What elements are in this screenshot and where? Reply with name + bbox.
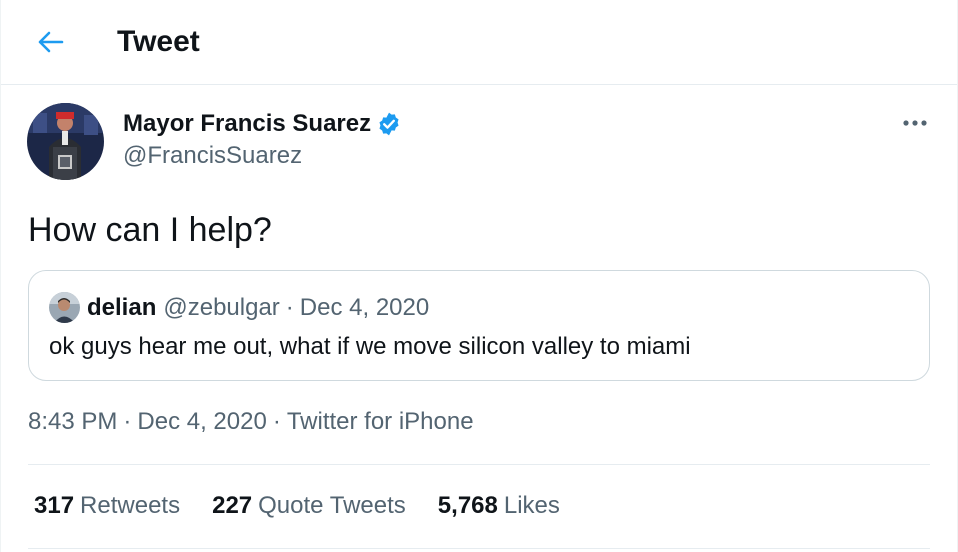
page-title: Tweet [117,25,200,58]
more-options-button[interactable] [897,110,933,136]
divider [28,464,930,465]
quote-author-handle: @zebulgar [163,294,280,321]
meta-separator: · [123,408,132,435]
author-avatar[interactable] [27,103,104,180]
back-button[interactable] [29,24,71,60]
arrow-left-icon [38,31,64,53]
quote-tweets-label: Quote Tweets [258,492,406,519]
quote-tweets-stat[interactable]: 227 Quote Tweets [212,492,406,520]
tweet-meta: 8:43 PM · Dec 4, 2020 · Twitter for iPho… [28,408,474,436]
tweet-source[interactable]: Twitter for iPhone [287,408,474,436]
avatar-image [27,103,104,180]
quote-header: delian @zebulgar · Dec 4, 2020 [87,292,429,324]
tweet-stats: 317 Retweets 227 Quote Tweets 5,768 Likes [34,492,592,520]
tweet-date[interactable]: Dec 4, 2020 [137,408,266,436]
divider [28,548,930,549]
quote-avatar-image [49,292,80,323]
quote-separator: · [285,294,294,321]
author-name[interactable]: Mayor Francis Suarez [123,110,371,138]
quoted-tweet-card[interactable]: delian @zebulgar · Dec 4, 2020 ok guys h… [28,270,930,381]
retweets-count: 317 [34,492,75,519]
quote-tweets-count: 227 [212,492,253,519]
tweet-time[interactable]: 8:43 PM [28,408,117,436]
retweets-stat[interactable]: 317 Retweets [34,492,180,520]
quote-author-avatar [49,292,80,323]
meta-separator: · [272,408,281,435]
verified-badge-icon [376,111,402,137]
likes-count: 5,768 [437,492,498,519]
tweet-text: How can I help? [28,211,272,249]
author-handle[interactable]: @FrancisSuarez [123,142,302,170]
page-header: Tweet [1,0,957,85]
tweet-page: Tweet Mayor Francis Suarez @FrancisSuare… [0,0,958,552]
quote-text: ok guys hear me out, what if we move sil… [49,333,691,360]
author-name-row: Mayor Francis Suarez [123,109,402,139]
more-options-icon [903,120,927,126]
retweets-label: Retweets [80,492,181,519]
likes-stat[interactable]: 5,768 Likes [438,492,560,520]
quote-author-name: delian [87,294,157,321]
likes-label: Likes [503,492,560,519]
quote-date: Dec 4, 2020 [299,294,430,321]
